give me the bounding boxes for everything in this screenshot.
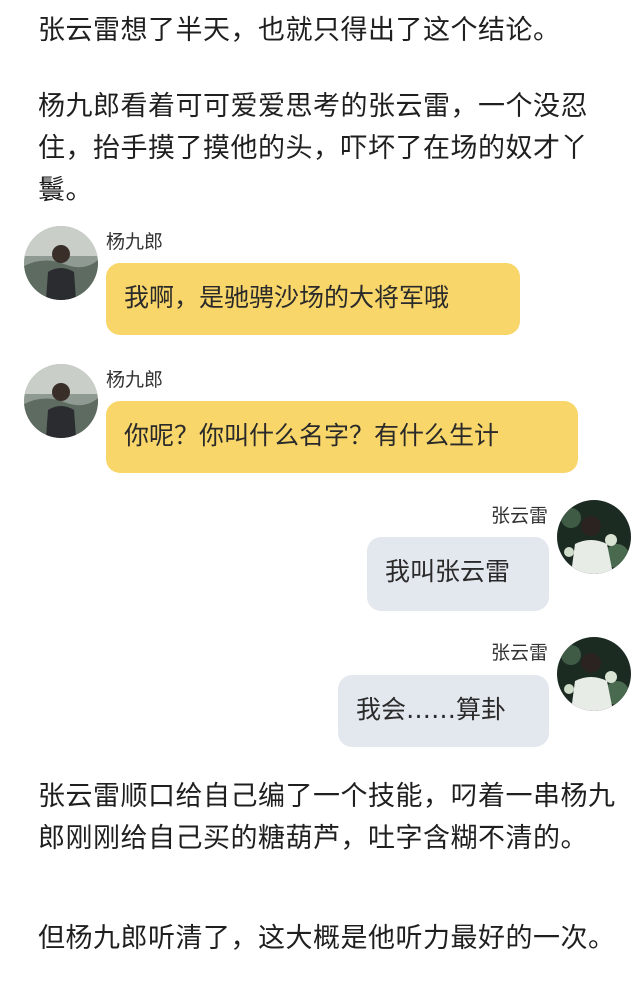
avatar-yang-icon[interactable] xyxy=(24,226,98,300)
chat-bubble: 我啊，是驰骋沙场的大将军哦 xyxy=(106,263,520,335)
sender-name: 杨九郎 xyxy=(106,231,164,253)
narration-paragraph: 但杨九郎听清了，这大概是他听力最好的一次。 xyxy=(38,923,616,954)
avatar-zhang-icon[interactable] xyxy=(557,637,631,711)
sender-name: 杨九郎 xyxy=(106,369,164,391)
avatar-yang-icon[interactable] xyxy=(24,364,98,438)
chat-bubble: 我会……算卦 xyxy=(338,675,549,747)
narration-paragraph: 杨九郎看着可可爱爱思考的张云雷，一个没忍住，抬手摸了摸他的头，吓坏了在场的奴才丫… xyxy=(38,91,588,206)
sender-name: 张云雷 xyxy=(490,642,548,664)
narration-paragraph: 张云雷顺口给自己编了一个技能，叼着一串杨九郎刚刚给自己买的糖葫芦，吐字含糊不清的… xyxy=(38,781,616,854)
avatar-zhang-icon[interactable] xyxy=(557,500,631,574)
chat-bubble: 我叫张云雷 xyxy=(367,537,549,611)
chat-bubble: 你呢？你叫什么名字？有什么生计 xyxy=(106,401,578,473)
narration-paragraph: 张云雷想了半天，也就只得出了这个结论。 xyxy=(38,15,561,46)
sender-name: 张云雷 xyxy=(490,505,548,527)
